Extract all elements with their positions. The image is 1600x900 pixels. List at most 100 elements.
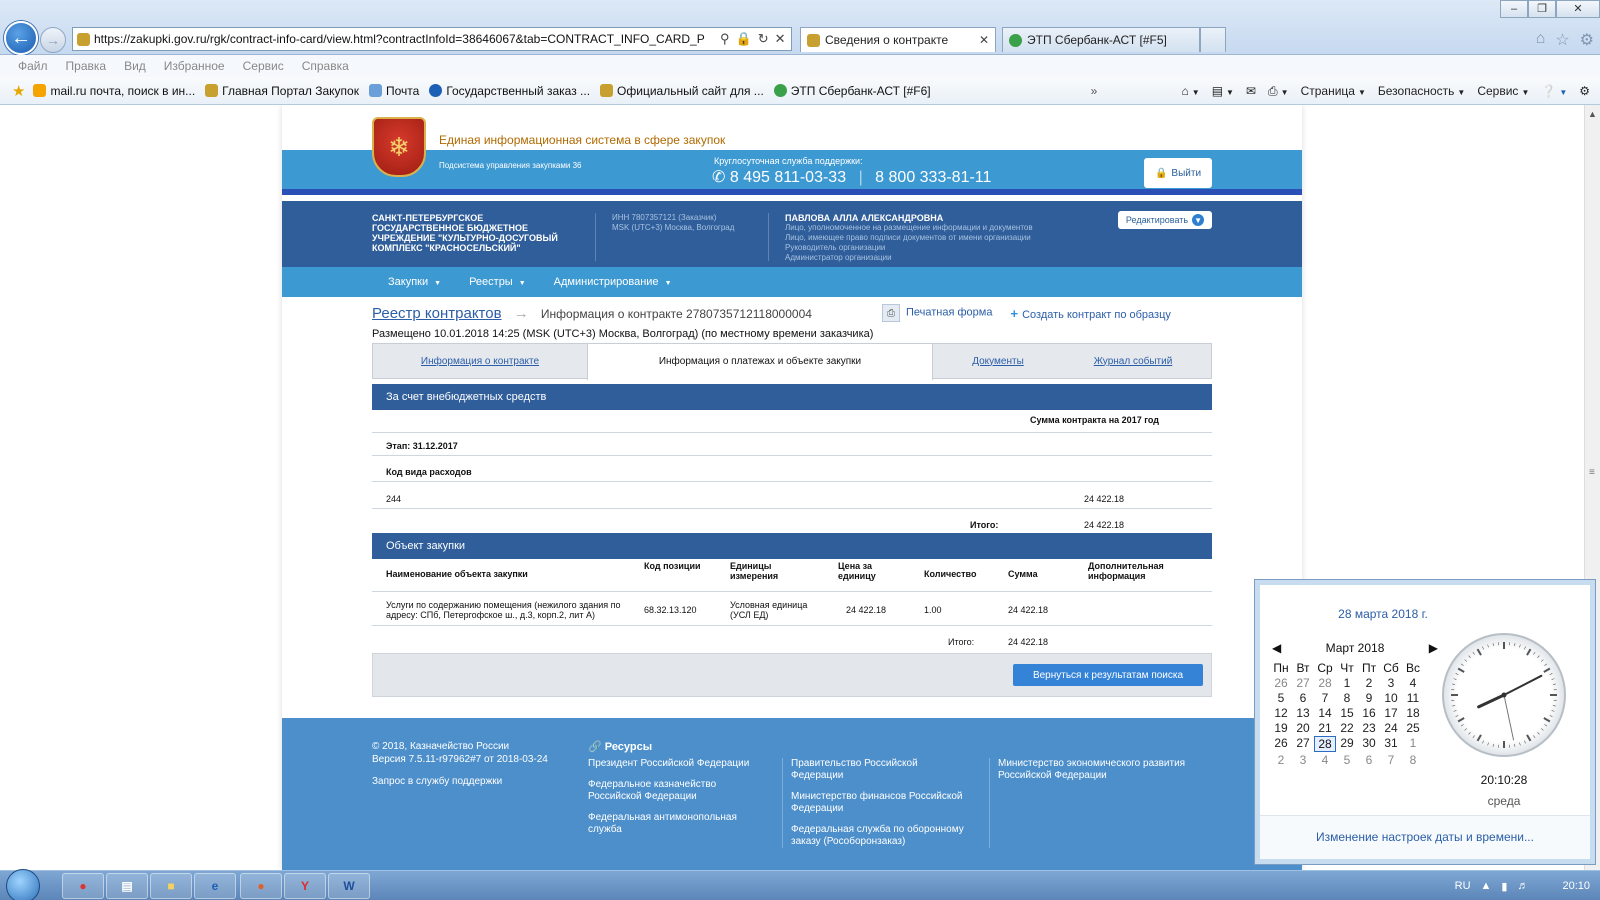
- calendar-day[interactable]: 15: [1336, 706, 1358, 720]
- calendar-day[interactable]: 27: [1292, 676, 1314, 690]
- calendar-day[interactable]: 22: [1336, 721, 1358, 735]
- calendar-day[interactable]: 7: [1380, 753, 1402, 767]
- calendar-day[interactable]: 4: [1402, 676, 1424, 690]
- maximize-button[interactable]: ❐: [1528, 0, 1556, 18]
- refresh-icon[interactable]: ↻: [758, 31, 769, 47]
- address-bar[interactable]: https://zakupki.gov.ru/rgk/contract-info…: [72, 27, 792, 51]
- calendar-day[interactable]: 1: [1336, 676, 1358, 690]
- tab-sberbank-ast[interactable]: ЭТП Сбербанк-АСТ [#F5]: [1002, 27, 1200, 52]
- calendar-day[interactable]: 24: [1380, 721, 1402, 735]
- calendar-day[interactable]: 27: [1292, 736, 1314, 752]
- mail-cmd-icon[interactable]: ✉: [1246, 84, 1256, 98]
- tab-contract-info[interactable]: Сведения о контракте ✕: [800, 27, 996, 52]
- print-cmd-icon[interactable]: ⎙ ▼: [1268, 84, 1289, 99]
- footer-link[interactable]: Федеральная антимонопольная служба: [588, 812, 758, 836]
- menu-help[interactable]: Справка: [302, 59, 349, 73]
- calendar-day[interactable]: 28: [1314, 676, 1336, 690]
- lock-icon[interactable]: 🔒: [736, 31, 752, 47]
- calendar-day[interactable]: 26: [1270, 736, 1292, 752]
- help-icon[interactable]: ❔ ▼: [1541, 84, 1567, 98]
- tab-contract-info[interactable]: Информация о контракте: [373, 356, 587, 367]
- calendar-day[interactable]: 18: [1402, 706, 1424, 720]
- calendar-day[interactable]: 26: [1270, 676, 1292, 690]
- calendar-day-today[interactable]: 28: [1314, 736, 1336, 752]
- month-title[interactable]: Март 2018: [1326, 641, 1385, 655]
- favorite-mailru[interactable]: mail.ru почта, поиск в ин...: [33, 84, 195, 98]
- favorite-official-site[interactable]: Официальный сайт для ...: [600, 84, 764, 98]
- window-close-button[interactable]: ✕: [1556, 0, 1600, 18]
- next-month-icon[interactable]: ▶: [1429, 641, 1438, 655]
- tab-close-icon[interactable]: ✕: [979, 33, 989, 47]
- calendar-day[interactable]: 25: [1402, 721, 1424, 735]
- menu-file[interactable]: Файл: [18, 59, 48, 73]
- chevron-more-icon[interactable]: »: [1091, 84, 1098, 98]
- firefox-taskbar-icon[interactable]: ●: [240, 873, 282, 899]
- favorite-mail[interactable]: Почта: [368, 84, 419, 98]
- calendar-day[interactable]: 31: [1380, 736, 1402, 752]
- signal-icon[interactable]: ▮: [1501, 880, 1507, 893]
- calendar-day[interactable]: 7: [1314, 691, 1336, 705]
- language-indicator[interactable]: RU: [1455, 880, 1471, 892]
- favorite-portal[interactable]: Главная Портал Закупок: [205, 84, 359, 98]
- ie-taskbar-icon[interactable]: e: [194, 873, 236, 899]
- print-form-link[interactable]: ⎙ Печатная форма: [882, 304, 992, 322]
- back-to-search-button[interactable]: Вернуться к результатам поиска: [1013, 664, 1203, 686]
- calendar-day[interactable]: 21: [1314, 721, 1336, 735]
- nav-registries[interactable]: Реестры ▼: [469, 276, 526, 288]
- change-datetime-settings-link[interactable]: Изменение настроек даты и времени...: [1260, 815, 1590, 859]
- tab-documents[interactable]: Документы: [933, 356, 1063, 367]
- cmd-tools[interactable]: Сервис ▼: [1477, 84, 1529, 98]
- scroll-up-icon[interactable]: ▲: [1585, 105, 1600, 119]
- favorite-goszakaz[interactable]: Государственный заказ ...: [429, 84, 590, 98]
- calendar-day[interactable]: 17: [1380, 706, 1402, 720]
- calendar-day[interactable]: 14: [1314, 706, 1336, 720]
- calendar-day[interactable]: 12: [1270, 706, 1292, 720]
- calendar-day[interactable]: 16: [1358, 706, 1380, 720]
- cmd-page[interactable]: Страница ▼: [1301, 84, 1366, 98]
- footer-link[interactable]: Министерство финансов Российской Федерац…: [791, 791, 972, 815]
- calendar-day[interactable]: 13: [1292, 706, 1314, 720]
- logout-button[interactable]: 🔒 Выйти: [1144, 158, 1212, 188]
- calendar-day[interactable]: 10: [1380, 691, 1402, 705]
- menu-view[interactable]: Вид: [124, 59, 146, 73]
- settings-gear-icon[interactable]: ⚙: [1580, 30, 1594, 50]
- calendar-day[interactable]: 2: [1358, 676, 1380, 690]
- favorites-add-star-icon[interactable]: ★: [12, 82, 25, 100]
- system-title[interactable]: Единая информационная система в сфере за…: [439, 133, 725, 147]
- tab-payments-object[interactable]: Информация о платежах и объекте закупки: [587, 344, 933, 380]
- calendar-day[interactable]: 8: [1336, 691, 1358, 705]
- cmd-security[interactable]: Безопасность ▼: [1378, 84, 1465, 98]
- volume-icon[interactable]: ♬: [1517, 880, 1528, 892]
- url-text[interactable]: https://zakupki.gov.ru/rgk/contract-info…: [94, 32, 714, 46]
- calendar-day[interactable]: 11: [1402, 691, 1424, 705]
- taskbar-clock[interactable]: 20:10: [1562, 880, 1590, 892]
- calendar-day[interactable]: 19: [1270, 721, 1292, 735]
- calendar-day[interactable]: 30: [1358, 736, 1380, 752]
- favorite-sberbank[interactable]: ЭТП Сбербанк-АСТ [#F6]: [773, 84, 931, 98]
- calendar-day[interactable]: 4: [1314, 753, 1336, 767]
- calendar-day[interactable]: 9: [1358, 691, 1380, 705]
- calendar-day[interactable]: 1: [1402, 736, 1424, 752]
- back-button[interactable]: ←: [4, 21, 38, 55]
- calendar-day[interactable]: 2: [1270, 753, 1292, 767]
- nav-administration[interactable]: Администрирование ▼: [554, 276, 672, 288]
- menu-edit[interactable]: Правка: [66, 59, 107, 73]
- menu-tools[interactable]: Сервис: [243, 59, 284, 73]
- rss-icon[interactable]: ▤ ▼: [1212, 84, 1234, 98]
- footer-link[interactable]: Президент Российской Федерации: [588, 758, 758, 770]
- calendar-day[interactable]: 3: [1292, 753, 1314, 767]
- word-taskbar-icon[interactable]: W: [328, 873, 370, 899]
- long-date-link[interactable]: 28 марта 2018 г.: [1260, 607, 1506, 621]
- footer-link[interactable]: Федеральное казначейство Российской Феде…: [588, 779, 758, 803]
- stop-icon[interactable]: ✕: [775, 31, 786, 47]
- new-tab-button[interactable]: [1200, 27, 1226, 52]
- yandex-taskbar-icon[interactable]: Y: [284, 873, 326, 899]
- calendar-day[interactable]: 29: [1336, 736, 1358, 752]
- coat-of-arms-icon[interactable]: ❄: [372, 117, 426, 177]
- support-request-link[interactable]: Запрос в службу поддержки: [372, 776, 502, 787]
- prev-month-icon[interactable]: ◀: [1272, 641, 1281, 655]
- network-icon[interactable]: ▲: [1481, 880, 1492, 892]
- scroll-grip-icon[interactable]: ≡: [1589, 467, 1595, 478]
- footer-link[interactable]: Федеральная служба по оборонному заказу …: [791, 824, 972, 848]
- calendar-day[interactable]: 8: [1402, 753, 1424, 767]
